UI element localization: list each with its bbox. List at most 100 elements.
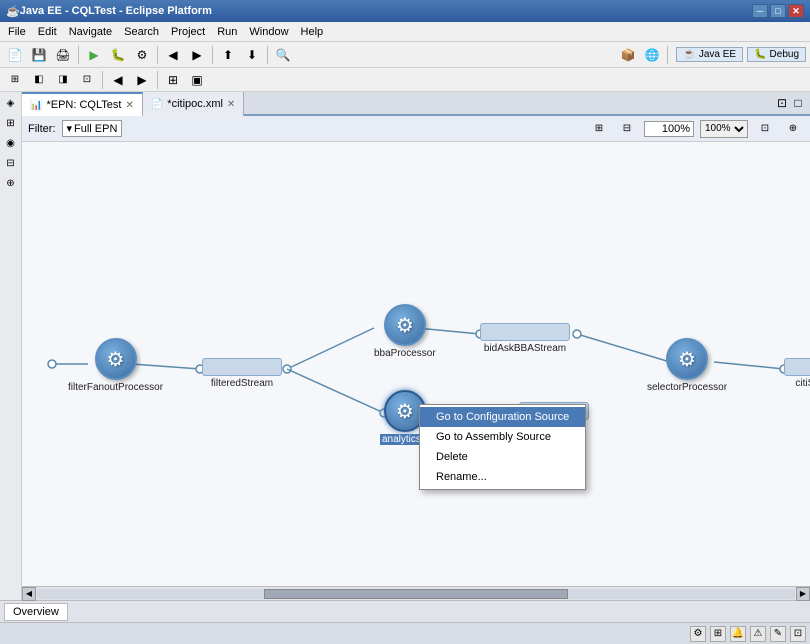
search-icon[interactable]: 🔍 [272,44,294,66]
fwd-button[interactable]: ▶ [186,44,208,66]
editor-area: 📊 *EPN: CQLTest ✕ 📄 *citipoc.xml ✕ ⊡ □ F… [22,92,810,600]
ctx-goto-assembly[interactable]: Go to Assembly Source [420,427,585,447]
filteredStream-pipe [202,358,282,376]
tab-citipoc-close[interactable]: ✕ [227,99,235,110]
sidebar: ◈ ⊞ ◉ ⊟ ⊕ [0,92,22,600]
ctx-goto-config[interactable]: Go to Configuration Source [420,407,585,427]
tb2-btn1[interactable]: ⊞ [4,69,26,91]
stream-bidAskBBA[interactable]: bidAskBBAStream [480,323,570,354]
sidebar-btn1[interactable]: ◈ [2,94,20,112]
status-icon4: ⚠ [750,626,766,642]
selectorProcessor-icon: ⚙ [666,338,708,380]
sidebar-btn4[interactable]: ⊟ [2,154,20,172]
hscroll-thumb[interactable] [264,589,567,599]
save-button[interactable]: 💾 [28,44,50,66]
max-btn[interactable]: □ [790,95,806,111]
ctx-delete[interactable]: Delete [420,447,585,467]
title-icon: ☕ [6,5,20,18]
fit-btn[interactable]: ⊡ [754,118,776,140]
hscrollbar: ◀ ▶ [22,586,810,600]
bottom-tabs: Overview [0,600,810,622]
hscroll-right[interactable]: ▶ [796,587,810,601]
sidebar-btn5[interactable]: ⊕ [2,174,20,192]
tab-overview[interactable]: Overview [4,603,68,621]
menu-file[interactable]: File [2,24,32,40]
sep1 [78,46,79,64]
tab-epn-cqltest[interactable]: 📊 *EPN: CQLTest ✕ [22,92,143,116]
new-button[interactable]: 📄 [4,44,26,66]
menu-window[interactable]: Window [243,24,294,40]
tb2-nav2[interactable]: ▶ [131,69,153,91]
zoom-select[interactable]: 100% 75% 50% 150% [700,120,748,138]
node-bbaProcessor[interactable]: ⚙ bbaProcessor [374,304,436,359]
selectorProcessor-label: selectorProcessor [647,382,727,393]
filter-dropdown[interactable]: ▾ Full EPN [62,120,123,137]
close-button[interactable]: ✕ [788,4,804,18]
hscroll-track[interactable] [37,589,795,599]
layout-btn1[interactable]: ⊞ [588,118,610,140]
minimize-button[interactable]: ─ [752,4,768,18]
tab-citipoc[interactable]: 📄 *citipoc.xml ✕ [143,92,244,116]
tb2-btn4[interactable]: ⊡ [76,69,98,91]
sep4 [267,46,268,64]
tb2-view2[interactable]: ▣ [186,69,208,91]
menu-navigate[interactable]: Navigate [63,24,118,40]
sep5 [667,46,668,64]
stream-citiStream[interactable]: citiS... [784,358,810,389]
sep2 [157,46,158,64]
menu-search[interactable]: Search [118,24,165,40]
citiStream-label: citiS... [795,378,810,389]
print-button[interactable]: 🖨 [52,44,74,66]
citiStream-pipe [784,358,810,376]
menu-edit[interactable]: Edit [32,24,63,40]
sidebar-btn2[interactable]: ⊞ [2,114,20,132]
layout-btn2[interactable]: ⊟ [616,118,638,140]
tb2-btn2[interactable]: ◧ [28,69,50,91]
window-title: Java EE - CQLTest - Eclipse Platform [20,5,752,17]
menu-project[interactable]: Project [165,24,211,40]
zoom-input[interactable]: 100% [644,121,694,137]
node-selectorProcessor[interactable]: ⚙ selectorProcessor [647,338,727,393]
filterFanout-icon: ⚙ [95,338,137,380]
canvas[interactable]: ⚙ filterFanoutProcessor filteredStream ⚙… [22,142,810,586]
ctx-rename[interactable]: Rename... [420,467,585,487]
bbaProcessor-label: bbaProcessor [374,348,436,359]
perspective-javaee[interactable]: ☕ Java EE [676,47,743,62]
menu-run[interactable]: Run [211,24,243,40]
tb2-nav1[interactable]: ◀ [107,69,129,91]
toolbar-extra2[interactable]: 🌐 [641,44,663,66]
filterFanout-label: filterFanoutProcessor [68,382,163,393]
sep3 [212,46,213,64]
tb2-btn3[interactable]: ◨ [52,69,74,91]
status-icon5: ✎ [770,626,786,642]
filter-label: Filter: [28,123,56,135]
node-filterFanout[interactable]: ⚙ filterFanoutProcessor [68,338,163,393]
restore-btn[interactable]: ⊡ [774,95,790,111]
run-button[interactable]: ▶ [83,44,105,66]
perspective-debug[interactable]: 🐛 Debug [747,47,806,62]
filter-bar: Filter: ▾ Full EPN ⊞ ⊟ 100% 100% 75% 50%… [22,116,810,142]
sidebar-btn3[interactable]: ◉ [2,134,20,152]
status-icon2: ⊞ [710,626,726,642]
context-menu: Go to Configuration Source Go to Assembl… [419,404,586,490]
tab-epn-label: *EPN: CQLTest [46,99,121,111]
layout-btn3[interactable]: ⊕ [782,118,804,140]
filter-value: Full EPN [74,123,117,135]
stream-filteredStream[interactable]: filteredStream [202,358,282,389]
ext-button[interactable]: ⚙ [131,44,153,66]
sep6 [102,71,103,89]
status-icon3: 🔔 [730,626,746,642]
bbaProcessor-icon: ⚙ [384,304,426,346]
tab-epn-close[interactable]: ✕ [125,100,133,111]
prev-anno[interactable]: ⬆ [217,44,239,66]
back-button[interactable]: ◀ [162,44,184,66]
debug-button[interactable]: 🐛 [107,44,129,66]
main-area: ◈ ⊞ ◉ ⊟ ⊕ 📊 *EPN: CQLTest ✕ 📄 *citipoc.x… [0,92,810,600]
menu-help[interactable]: Help [295,24,330,40]
toolbar2: ⊞ ◧ ◨ ⊡ ◀ ▶ ⊞ ▣ [0,68,810,92]
hscroll-left[interactable]: ◀ [22,587,36,601]
tb2-view1[interactable]: ⊞ [162,69,184,91]
next-anno[interactable]: ⬇ [241,44,263,66]
maximize-button[interactable]: □ [770,4,786,18]
toolbar-extra1[interactable]: 📦 [617,44,639,66]
